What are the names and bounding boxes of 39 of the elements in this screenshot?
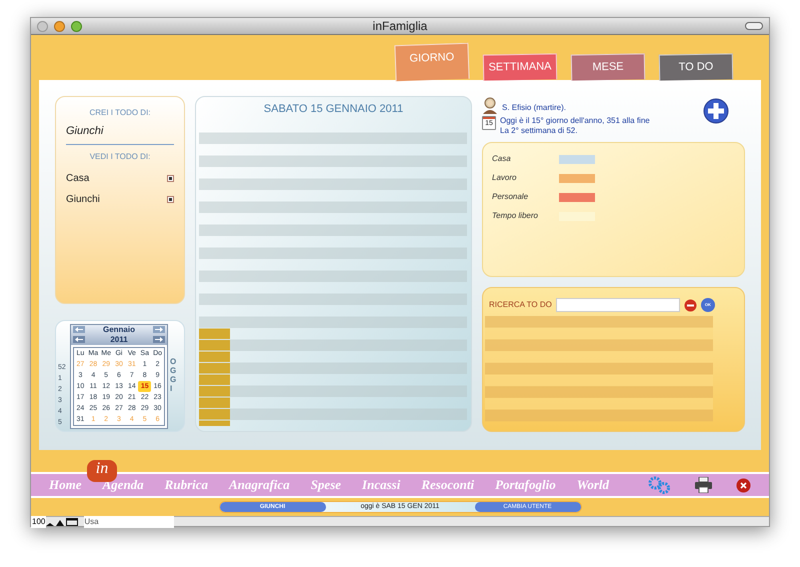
month-label: Gennaio: [102, 324, 135, 336]
year-label: 2011: [110, 334, 128, 346]
category-label: Casa: [492, 153, 512, 165]
clear-button[interactable]: [684, 298, 697, 312]
minimize-window-button[interactable]: [54, 20, 65, 32]
add-button[interactable]: [703, 98, 729, 124]
saint-icon: [482, 96, 498, 114]
owner-label: Casa: [66, 172, 90, 186]
category-label: Lavoro: [492, 172, 518, 184]
previous-month-button[interactable]: [73, 326, 85, 333]
view-tab[interactable]: MESE: [570, 53, 646, 81]
week-of-year-text: La 2° settimana di 52.: [500, 126, 578, 136]
layout-icon[interactable]: [66, 518, 78, 526]
category-label: Personale: [492, 191, 530, 203]
owner-checkbox[interactable]: [167, 196, 174, 202]
previous-year-button[interactable]: [73, 336, 85, 343]
section-heading: CREI I TODO DI:: [88, 107, 152, 119]
category-label: Tempo libero: [492, 210, 539, 222]
close-icon[interactable]: [736, 478, 751, 492]
printer-icon[interactable]: [695, 477, 712, 493]
zoom-window-button[interactable]: [71, 20, 82, 32]
toolbar-toggle-button[interactable]: [745, 22, 763, 30]
search-field[interactable]: [556, 298, 680, 312]
section-heading: VEDI I TODO DI:: [88, 150, 152, 162]
saint-of-day: S. Efisio (martire).: [502, 102, 566, 114]
day-of-year-text: Oggi è il 15° giorno dell'anno, 351 alla fine: [500, 116, 650, 126]
owner-label: Giunchi: [66, 192, 100, 206]
mode-text: Usa: [84, 516, 174, 528]
view-tab[interactable]: TO DO: [658, 53, 734, 81]
next-month-button[interactable]: [152, 326, 165, 333]
search-label: RICERCA TO DO: [489, 299, 552, 311]
next-year-button[interactable]: [152, 336, 165, 343]
user-name: Giunchi: [66, 123, 174, 144]
logo-badge: in: [87, 460, 117, 482]
today-button[interactable]: OGGI: [170, 358, 178, 394]
window-title: inFamiglia: [372, 18, 428, 35]
owner-checkbox[interactable]: [167, 174, 174, 182]
day-title: SABATO 15 GENNAIO 2011: [262, 102, 404, 117]
zoom-level: 100: [31, 516, 46, 528]
